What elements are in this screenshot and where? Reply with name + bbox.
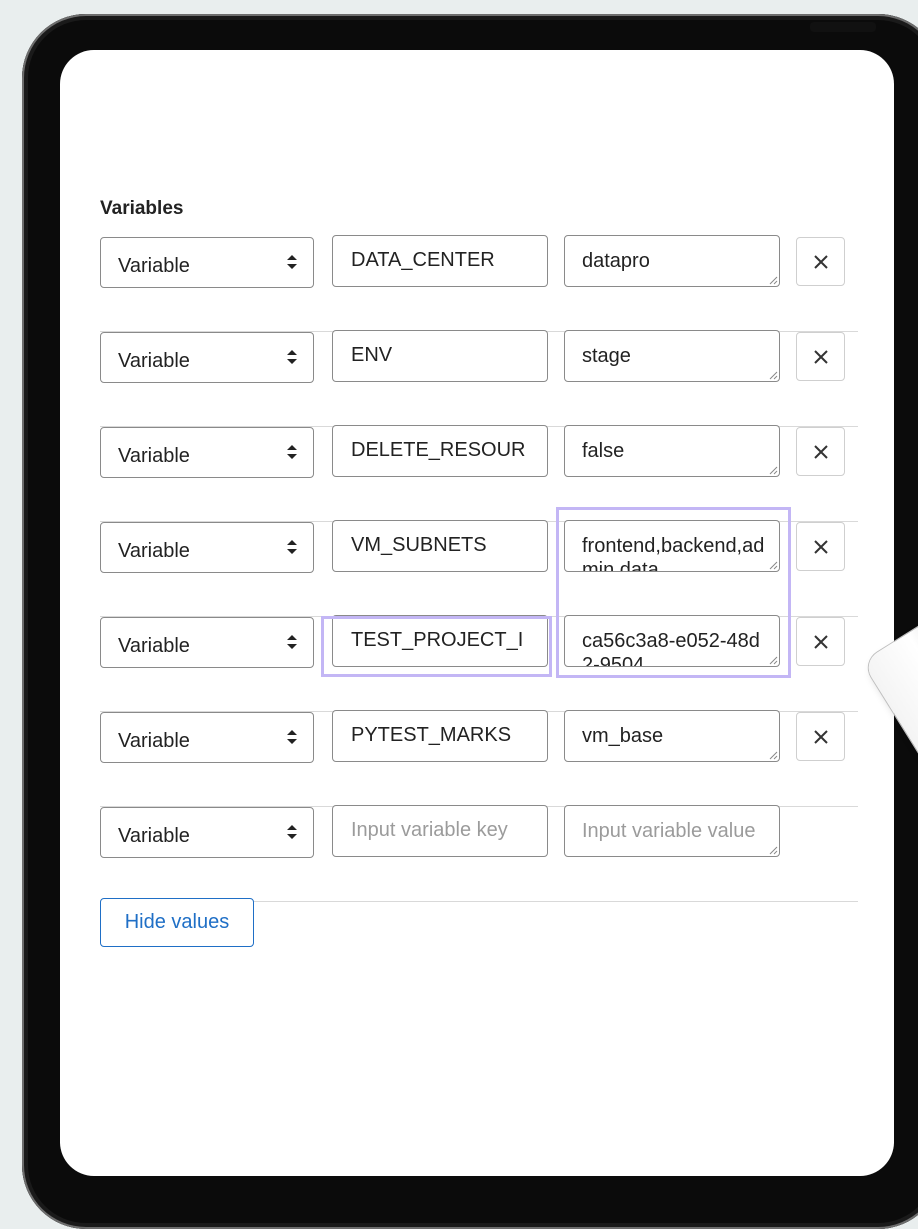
variable-row: Variable ENV stage: [100, 330, 858, 427]
variable-type-select[interactable]: Variable: [100, 807, 314, 858]
variable-value-text: ca56c3a8-e052-48d2-9504: [582, 630, 760, 667]
resize-grip-icon[interactable]: [768, 465, 778, 475]
variable-value-text: stage: [582, 345, 631, 367]
variable-type-label: Variable: [118, 730, 190, 752]
remove-variable-button[interactable]: [796, 427, 845, 476]
variable-key-input[interactable]: ENV: [332, 330, 548, 382]
variable-type-select[interactable]: Variable: [100, 712, 314, 763]
variable-value-input[interactable]: false: [564, 425, 780, 477]
sort-arrows-icon: [287, 445, 297, 459]
variable-type-label: Variable: [118, 635, 190, 657]
section-title: Variables: [100, 198, 184, 219]
variable-key-input[interactable]: PYTEST_MARKS: [332, 710, 548, 762]
variable-value-input[interactable]: datapro: [564, 235, 780, 287]
variable-type-label: Variable: [118, 255, 190, 277]
variable-key-placeholder: Input variable key: [351, 819, 508, 841]
variable-key-input[interactable]: DATA_CENTER: [332, 235, 548, 287]
variable-key-text: VM_SUBNETS: [351, 534, 487, 556]
variable-value-text: false: [582, 440, 625, 462]
remove-variable-button[interactable]: [796, 522, 845, 571]
sort-arrows-icon: [287, 730, 297, 744]
variable-type-select[interactable]: Variable: [100, 522, 314, 573]
sort-arrows-icon: [287, 255, 297, 269]
variable-type-select[interactable]: Variable: [100, 427, 314, 478]
close-icon: [814, 540, 828, 554]
variable-key-input[interactable]: DELETE_RESOUR: [332, 425, 548, 477]
sort-arrows-icon: [287, 825, 297, 839]
close-icon: [814, 635, 828, 649]
remove-variable-button[interactable]: [796, 332, 845, 381]
variable-row: Variable PYTEST_MARKS vm_base: [100, 710, 858, 807]
resize-grip-icon[interactable]: [768, 560, 778, 570]
variable-key-text: DELETE_RESOUR: [351, 439, 526, 461]
variable-type-select[interactable]: Variable: [100, 617, 314, 668]
variable-key-text: ENV: [351, 344, 393, 366]
close-icon: [814, 255, 828, 269]
variable-row: Variable DELETE_RESOUR false: [100, 425, 858, 522]
hide-values-button[interactable]: Hide values: [100, 898, 254, 947]
resize-grip-icon[interactable]: [768, 750, 778, 760]
variable-key-input[interactable]: TEST_PROJECT_I: [332, 615, 548, 667]
variable-row: Variable TEST_PROJECT_I ca56c3a8-e052-48…: [100, 615, 858, 712]
variable-value-placeholder: Input variable value: [582, 820, 756, 842]
variable-value-input[interactable]: stage: [564, 330, 780, 382]
remove-variable-button[interactable]: [796, 712, 845, 761]
variable-key-input[interactable]: Input variable key: [332, 805, 548, 857]
screen: Variables Variable DATA_CENTER datapro V…: [60, 50, 894, 1176]
variable-value-input[interactable]: ca56c3a8-e052-48d2-9504: [564, 615, 780, 667]
close-icon: [814, 445, 828, 459]
variable-row: Variable DATA_CENTER datapro: [100, 235, 858, 332]
sort-arrows-icon: [287, 540, 297, 554]
remove-variable-button[interactable]: [796, 617, 845, 666]
variable-key-text: DATA_CENTER: [351, 249, 495, 271]
variable-value-text: datapro: [582, 250, 650, 272]
resize-grip-icon[interactable]: [768, 370, 778, 380]
sort-arrows-icon: [287, 635, 297, 649]
variable-type-select[interactable]: Variable: [100, 332, 314, 383]
variable-value-input[interactable]: Input variable value: [564, 805, 780, 857]
variable-key-text: TEST_PROJECT_I: [351, 629, 524, 651]
resize-grip-icon[interactable]: [768, 275, 778, 285]
variable-key-text: PYTEST_MARKS: [351, 724, 512, 746]
variable-row: Variable VM_SUBNETS frontend,backend,adm…: [100, 520, 858, 617]
variable-type-label: Variable: [118, 350, 190, 372]
resize-grip-icon[interactable]: [768, 845, 778, 855]
close-icon: [814, 350, 828, 364]
variable-value-text: frontend,backend,admin,data: [582, 535, 765, 572]
close-icon: [814, 730, 828, 744]
resize-grip-icon[interactable]: [768, 655, 778, 665]
variable-type-label: Variable: [118, 825, 190, 847]
remove-variable-button[interactable]: [796, 237, 845, 286]
sort-arrows-icon: [287, 350, 297, 364]
variable-value-input[interactable]: vm_base: [564, 710, 780, 762]
power-button: [810, 22, 876, 32]
new-variable-row: Variable Input variable key Input variab…: [100, 805, 858, 902]
variable-key-input[interactable]: VM_SUBNETS: [332, 520, 548, 572]
variable-type-label: Variable: [118, 445, 190, 467]
variable-type-label: Variable: [118, 540, 190, 562]
variable-value-text: vm_base: [582, 725, 664, 747]
variable-value-input[interactable]: frontend,backend,admin,data: [564, 520, 780, 572]
variable-type-select[interactable]: Variable: [100, 237, 314, 288]
